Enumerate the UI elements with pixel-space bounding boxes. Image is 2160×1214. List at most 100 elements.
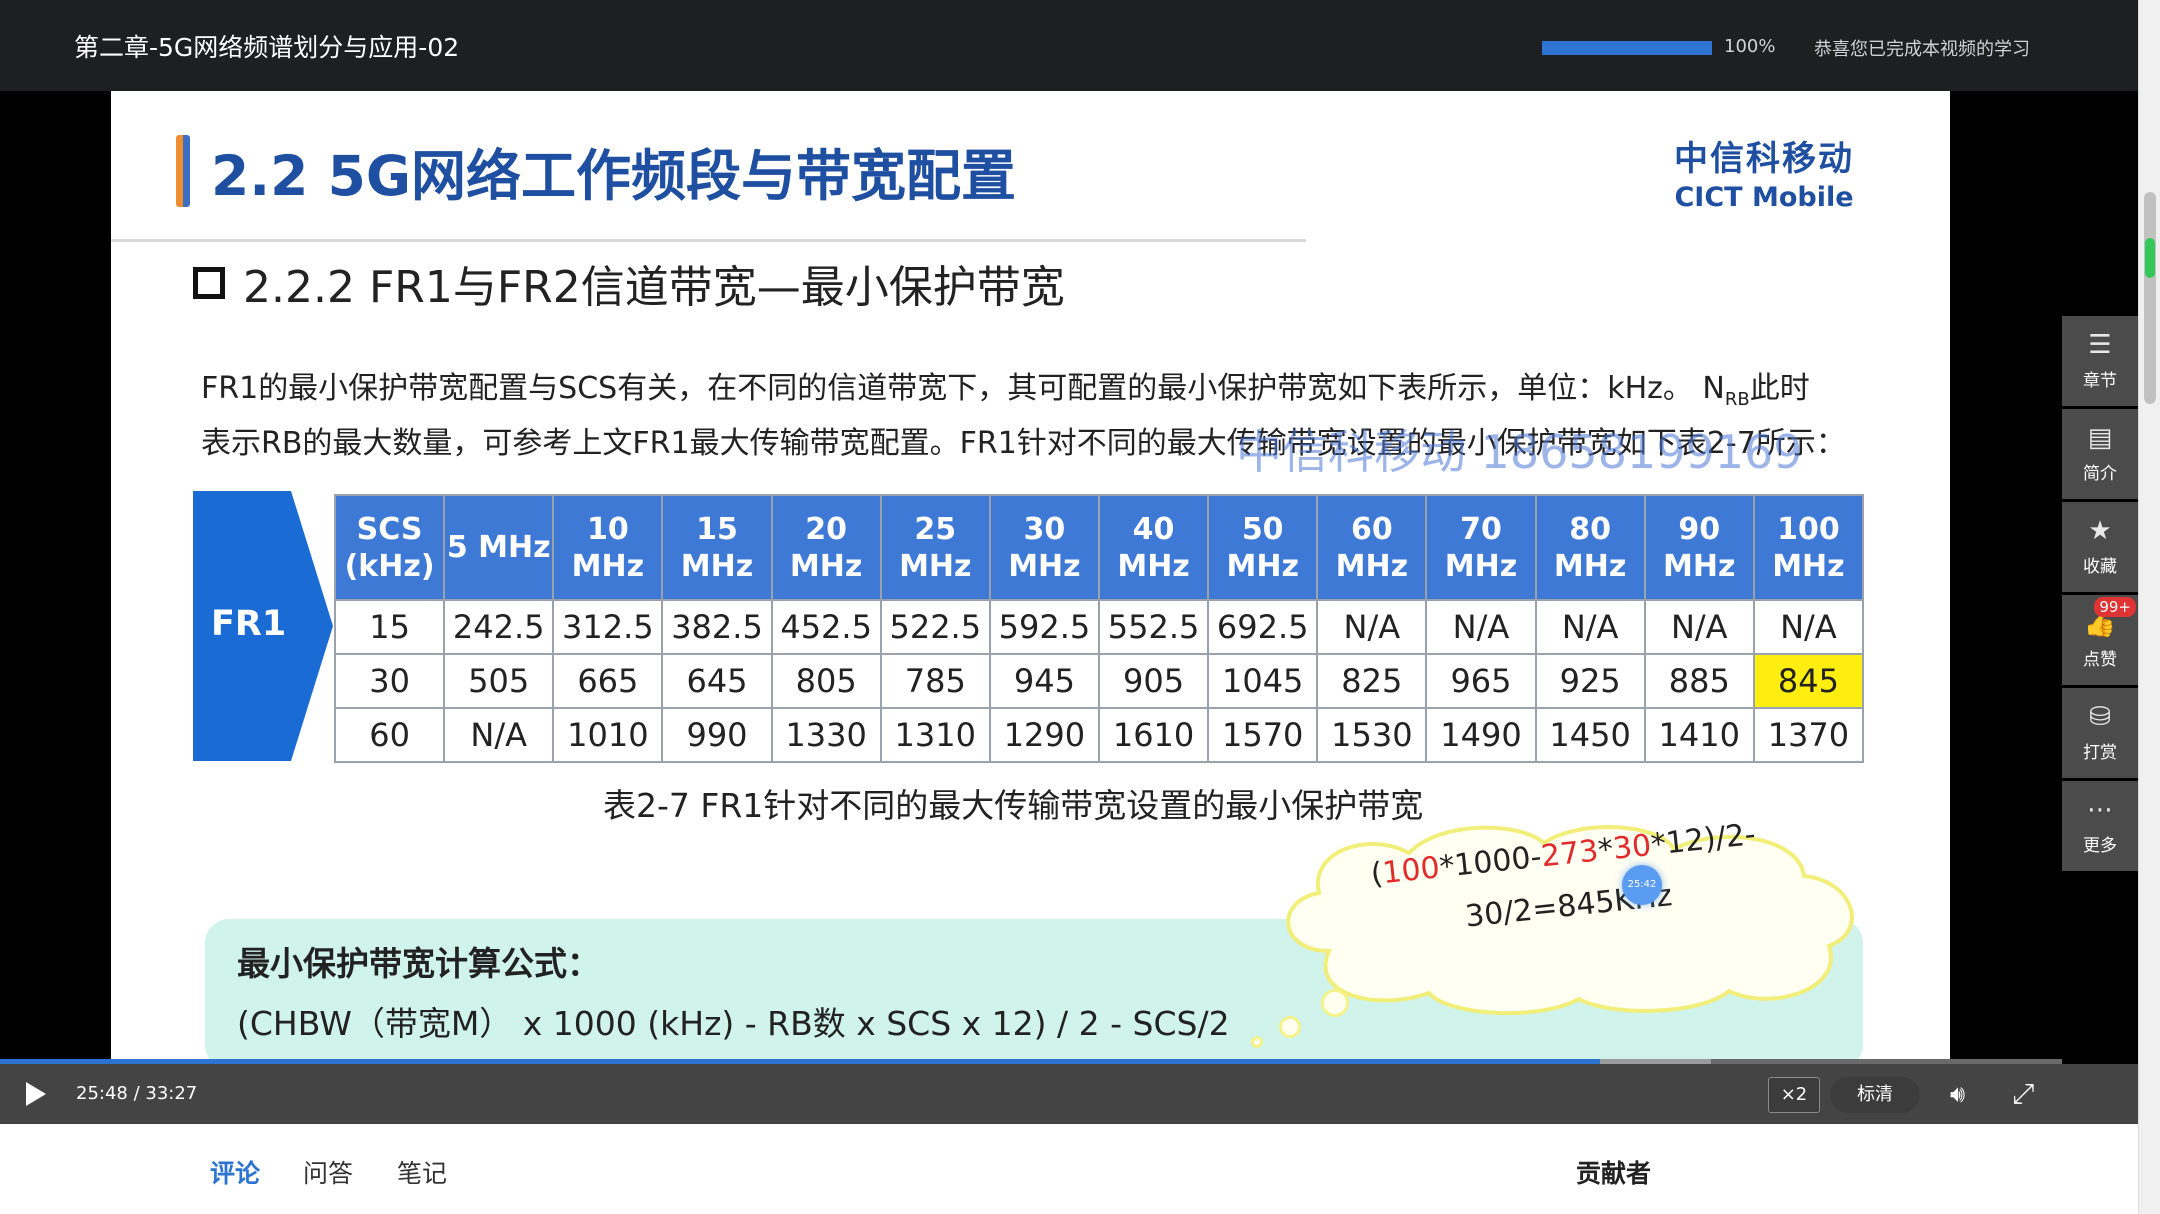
table-cell: 1570 xyxy=(1207,707,1319,763)
content-tabs: 评论 问答 笔记 贡献者 xyxy=(0,1124,2138,1214)
table-cell: N/A xyxy=(1316,599,1428,655)
table-cell: 1010 xyxy=(552,707,664,763)
table-header-cell: 50 MHz xyxy=(1207,494,1319,601)
table-cell: 665 xyxy=(552,653,664,709)
table-caption: 表2-7 FR1针对不同的最大传输带宽设置的最小保护带宽 xyxy=(603,786,1424,825)
fr1-label: FR1 xyxy=(211,604,287,644)
cloud-value-30: 30 xyxy=(1611,828,1653,867)
paragraph-line-1-b: 此时 xyxy=(1749,371,1810,406)
table-cell: 1310 xyxy=(879,707,991,763)
table-header-row: SCS (kHz) 5 MHz 10 MHz 15 MHz 20 MHz 25 MHz 30… xyxy=(333,494,1865,601)
top-bar: 第二章-5G网络频谱划分与应用-02 100% 恭喜您已完成本视频的学习 xyxy=(0,0,2138,91)
current-time: 25:48 xyxy=(76,1083,128,1104)
scrollbar-thumb[interactable] xyxy=(2144,192,2156,404)
table-cell: 1290 xyxy=(988,707,1100,763)
side-menu-label: 简介 xyxy=(2083,464,2117,484)
tab-qa[interactable]: 问答 xyxy=(303,1154,353,1190)
formula-title: 最小保护带宽计算公式： xyxy=(237,944,600,983)
paragraph-subscript: RB xyxy=(1724,389,1750,410)
table-header-cell: 60 MHz xyxy=(1316,494,1428,601)
watch-progress-bar xyxy=(1542,41,1712,55)
table-cell: 885 xyxy=(1643,653,1755,709)
table-cell: 905 xyxy=(1097,653,1210,709)
tab-notes[interactable]: 笔记 xyxy=(397,1154,447,1190)
timeline-note-marker[interactable]: 25:42 xyxy=(1622,865,1662,905)
table-header-cell: 5 MHz xyxy=(443,494,555,601)
quality-button[interactable]: 标清 xyxy=(1830,1077,1920,1113)
watch-progress-fill xyxy=(1542,41,1712,55)
table-cell: 15 xyxy=(333,599,446,655)
side-menu-item[interactable]: 👍 点赞 99+ xyxy=(2062,595,2138,685)
cloud-text-1: *1000- xyxy=(1437,839,1544,886)
cloud-value-100: 100 xyxy=(1380,850,1442,892)
table-header-cell: 70 MHz xyxy=(1425,494,1537,601)
side-menu: ☰ 章节 ▤ 简介 ★ 收藏 👍 点赞 99+ ⛁ 打赏 ⋯ 更多 xyxy=(2062,316,2138,874)
play-icon[interactable] xyxy=(26,1082,46,1106)
table-header-cell: 40 MHz xyxy=(1097,494,1210,601)
table-header-cell: 10 MHz xyxy=(552,494,664,601)
watermark-text: 中信科移动 18658199169 xyxy=(1236,425,1803,479)
table-cell: 692.5 xyxy=(1207,599,1319,655)
page-scrollbar[interactable] xyxy=(2138,0,2160,1214)
table-cell: 785 xyxy=(879,653,991,709)
table-row: 15 242.5 312.5 382.5 452.5 522.5 592.5 552.5 692… xyxy=(333,599,1865,655)
slide-frame: 2.2 5G网络工作频段与带宽配置 中信科移动 CICT Mobile 2.2.… xyxy=(111,91,1950,1061)
table-header-cell: 25 MHz xyxy=(879,494,991,601)
table-cell: 825 xyxy=(1316,653,1428,709)
side-menu-item[interactable]: ★ 收藏 xyxy=(2062,502,2138,592)
scrollbar-indicator xyxy=(2145,238,2155,278)
square-bullet-icon xyxy=(193,267,225,299)
slide-heading: 2.2 5G网络工作频段与带宽配置 xyxy=(211,144,1016,208)
table-cell: 1490 xyxy=(1425,707,1537,763)
table-cell: 242.5 xyxy=(443,599,555,655)
fullscreen-icon[interactable]: ⤢ xyxy=(2012,1080,2034,1108)
side-menu-label: 点赞 xyxy=(2083,650,2117,670)
volume-icon[interactable]: 🔊︎ xyxy=(1950,1082,1965,1106)
side-menu-item[interactable]: ▤ 简介 xyxy=(2062,409,2138,499)
table-cell: 805 xyxy=(770,653,882,709)
table-cell: 592.5 xyxy=(988,599,1100,655)
table-cell: 382.5 xyxy=(661,599,773,655)
brand-logo: 中信科移动 CICT Mobile xyxy=(1644,131,1884,213)
table-cell: N/A xyxy=(1534,599,1646,655)
table-cell: 965 xyxy=(1425,653,1537,709)
star-icon: ★ xyxy=(2088,516,2112,546)
table-cell: 945 xyxy=(988,653,1100,709)
subheading-text: 2.2.2 FR1与FR2信道带宽—最小保护带宽 xyxy=(243,262,1065,313)
formula-text: (CHBW（带宽M） x 1000 (kHz) - RB数 x SCS x 12… xyxy=(237,1004,1230,1043)
table-header-cell: 15 MHz xyxy=(661,494,773,601)
table-cell: 1450 xyxy=(1534,707,1646,763)
table-header-cell: 90 MHz xyxy=(1643,494,1755,601)
guard-band-table: SCS (kHz) 5 MHz 10 MHz 15 MHz 20 MHz 25 MHz 30… xyxy=(333,494,1865,763)
like-count-badge: 99+ xyxy=(2094,597,2136,617)
thought-bubble-small xyxy=(1251,1036,1263,1048)
control-bar: 25:48 / 33:27 ×2 标清 🔊︎ ⤢ xyxy=(0,1064,2138,1124)
thought-bubble-large xyxy=(1321,989,1349,1017)
table-cell: 1045 xyxy=(1207,653,1319,709)
table-header-cell: 100 MHz xyxy=(1752,494,1865,601)
more-icon: ⋯ xyxy=(2087,795,2113,825)
table-cell: 312.5 xyxy=(552,599,664,655)
table-cell: 522.5 xyxy=(879,599,991,655)
table-cell: 60 xyxy=(333,707,446,763)
video-player[interactable]: 2.2 5G网络工作频段与带宽配置 中信科移动 CICT Mobile 2.2.… xyxy=(0,91,2138,1124)
side-menu-item[interactable]: ⛁ 打赏 xyxy=(2062,688,2138,778)
table-cell: 452.5 xyxy=(770,599,882,655)
table-cell: 990 xyxy=(661,707,773,763)
completion-message: 恭喜您已完成本视频的学习 xyxy=(1814,39,2030,60)
table-cell: 1610 xyxy=(1097,707,1210,763)
side-menu-label: 打赏 xyxy=(2083,743,2117,763)
cloud-value-273: 273 xyxy=(1539,833,1601,875)
table-cell: 505 xyxy=(443,653,555,709)
side-menu-item[interactable]: ☰ 章节 xyxy=(2062,316,2138,406)
table-header-cell: 80 MHz xyxy=(1534,494,1646,601)
side-menu-item[interactable]: ⋯ 更多 xyxy=(2062,781,2138,871)
table-cell: 552.5 xyxy=(1097,599,1210,655)
heading-accent-bar xyxy=(176,135,190,207)
table-header-cell: SCS (kHz) xyxy=(333,494,446,601)
table-cell: 925 xyxy=(1534,653,1646,709)
playback-speed-button[interactable]: ×2 xyxy=(1768,1077,1820,1113)
side-menu-label: 章节 xyxy=(2083,371,2117,391)
contributors-heading: 贡献者 xyxy=(1576,1159,1652,1188)
tab-comments[interactable]: 评论 xyxy=(210,1154,260,1190)
